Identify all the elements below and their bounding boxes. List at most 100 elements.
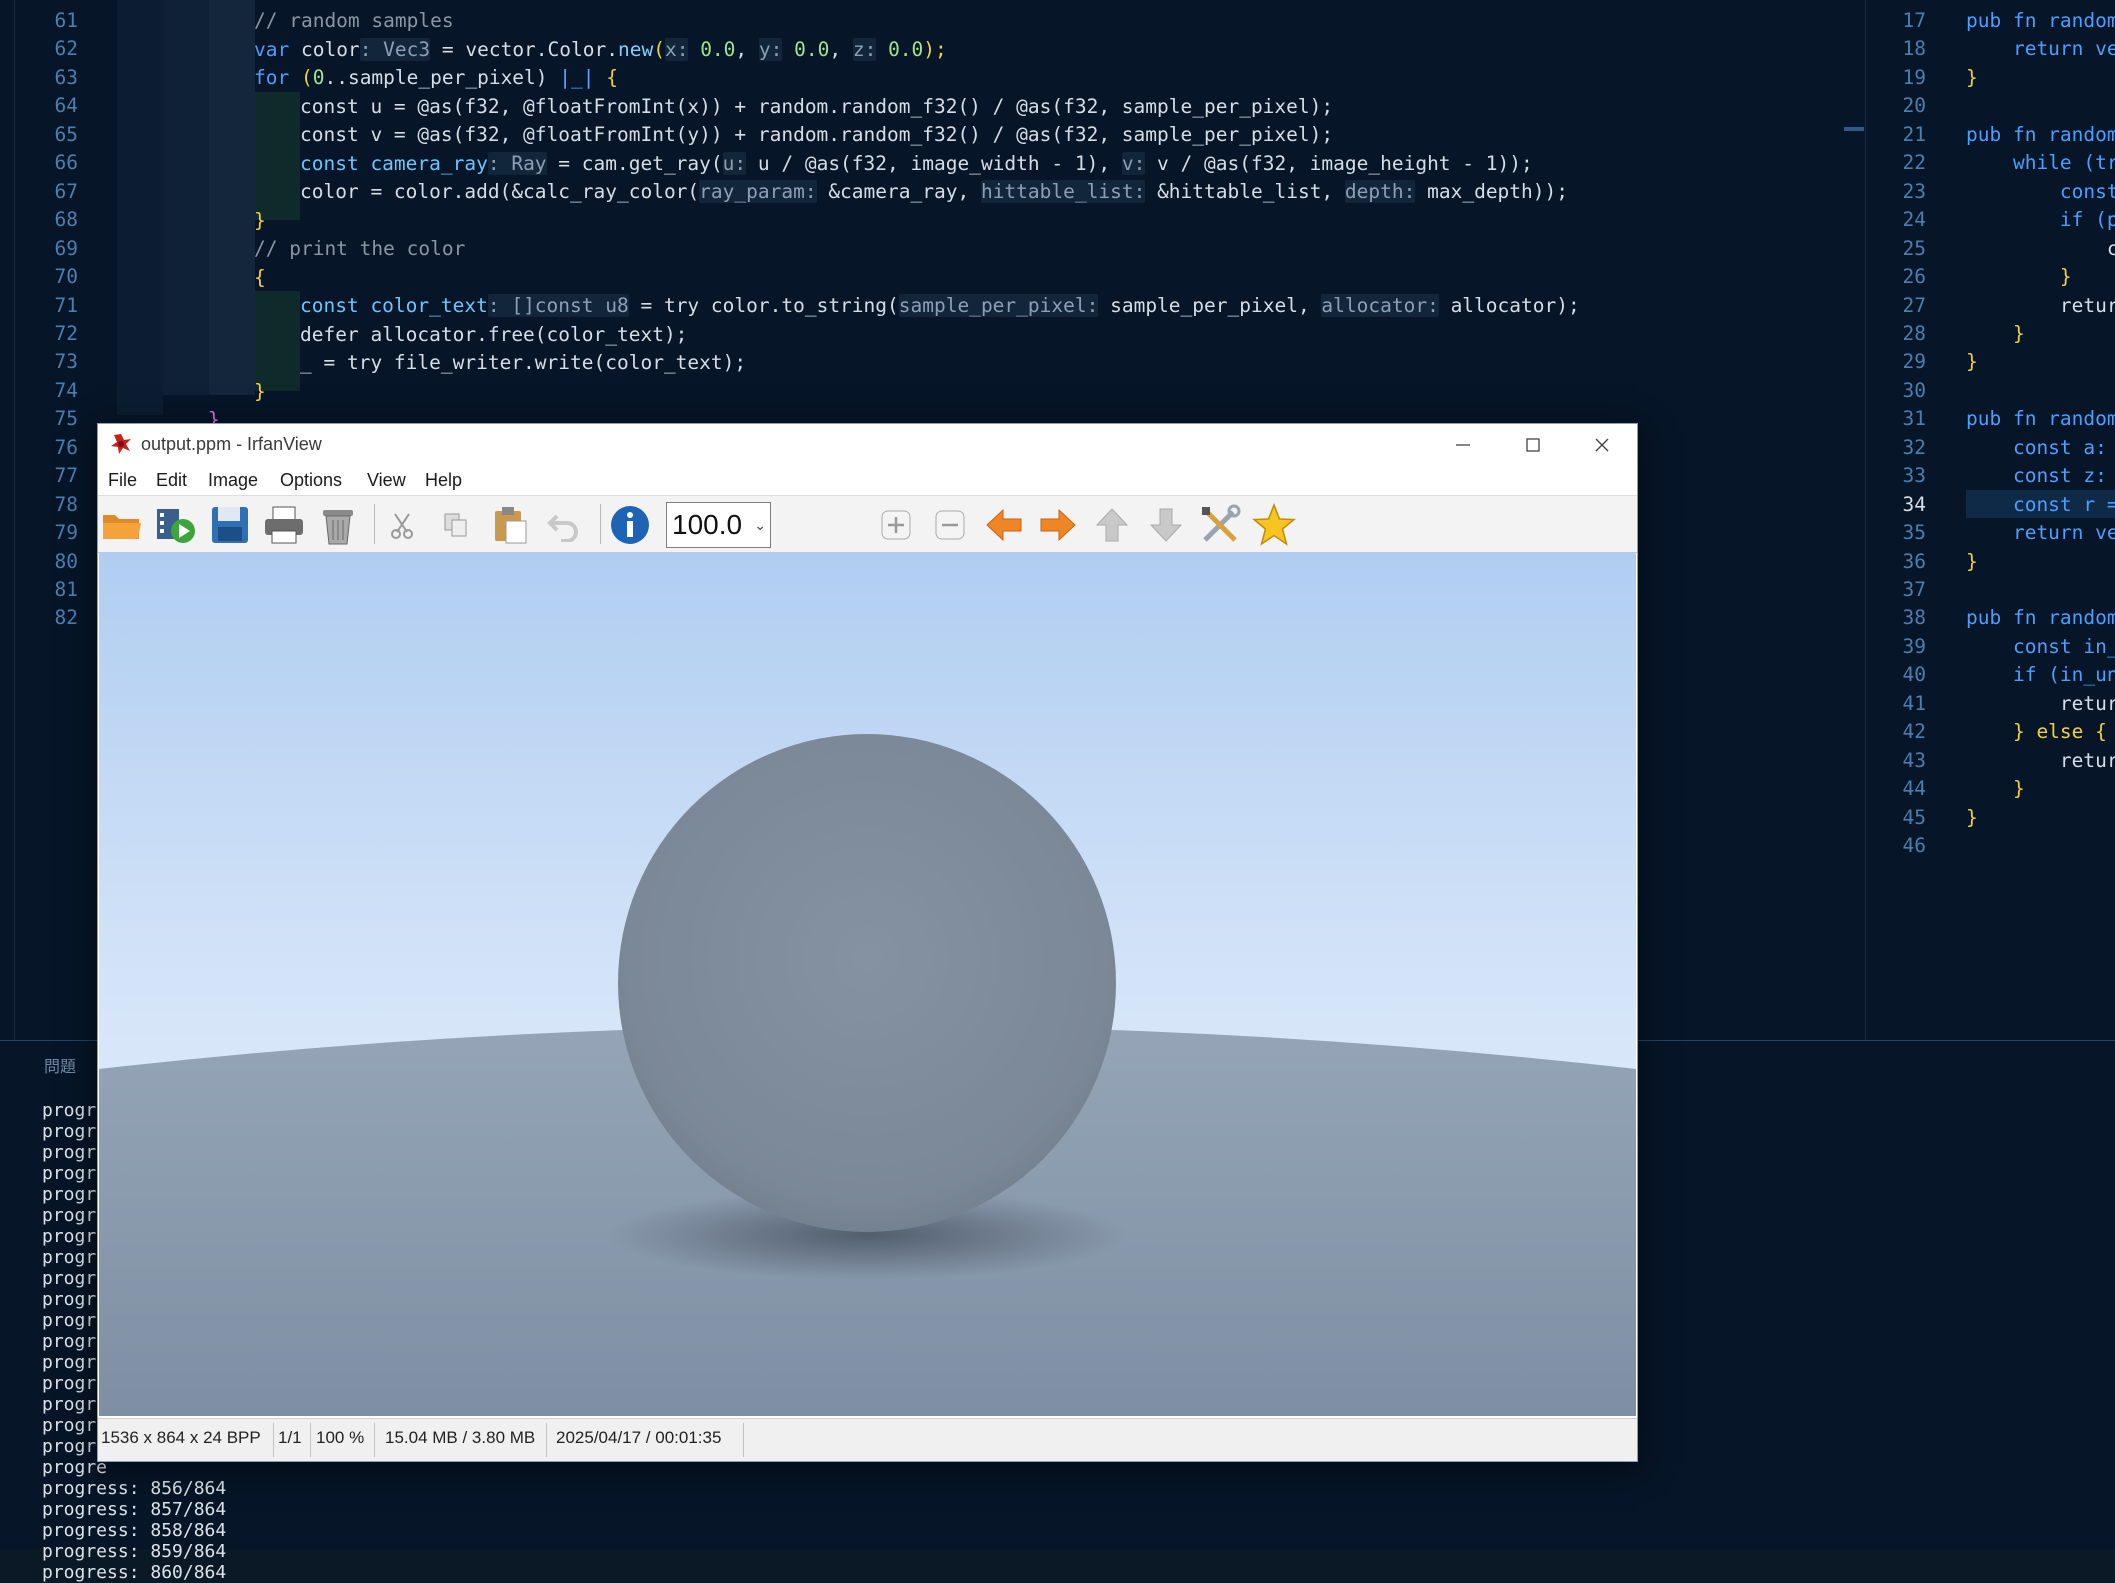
code-token: = try color.to_string( [628, 294, 899, 317]
code-comment: // random samples [254, 9, 454, 32]
zoom-combobox[interactable]: 100.0 ⌄ [666, 502, 771, 548]
panel-tab-problems[interactable]: 問題 [44, 1053, 76, 1077]
code-editor-split[interactable]: 17 pub fn random 18 return ve 19} 20 21 pub fn… [1865, 0, 2115, 1040]
line-number: 32 [1902, 435, 1926, 459]
code-token: { [594, 66, 618, 89]
irfanview-app-icon [111, 434, 131, 454]
delete-button[interactable] [316, 503, 360, 547]
code-token: &camera_ray, [816, 180, 981, 203]
maximize-button[interactable] [1498, 424, 1568, 466]
zoom-value: 100.0 [672, 509, 743, 540]
line-number: 69 [54, 236, 78, 260]
code-line: retur [1966, 691, 2115, 715]
next-image-button[interactable] [1036, 503, 1080, 547]
indent-guide [255, 92, 300, 220]
code-token: color [289, 38, 360, 61]
menu-options[interactable]: Options [280, 470, 342, 491]
rendered-image-canvas[interactable] [99, 552, 1636, 1416]
line-number: 72 [54, 321, 78, 345]
menu-image[interactable]: Image [208, 470, 258, 491]
line-number: 37 [1902, 578, 1926, 601]
minimize-button[interactable] [1428, 424, 1498, 466]
line-number: 81 [54, 578, 78, 601]
code-token: 0.0 [688, 38, 736, 61]
copy-button[interactable] [434, 503, 478, 547]
previous-image-button[interactable] [982, 503, 1026, 547]
line-number: 62 [54, 37, 78, 61]
line-number: 33 [1902, 464, 1926, 488]
zoom-in-button[interactable] [874, 503, 918, 547]
undo-button[interactable] [542, 503, 586, 547]
type-hint: : []const u8 [487, 294, 629, 317]
code-token: max_depth)); [1415, 180, 1568, 203]
chevron-down-icon[interactable]: ⌄ [754, 517, 766, 534]
menu-help[interactable]: Help [425, 470, 462, 491]
line-number: 30 [1902, 378, 1926, 402]
line-number: 65 [54, 122, 78, 146]
line-number: 61 [54, 9, 78, 32]
open-folder-icon [103, 515, 141, 539]
undo-icon [547, 514, 578, 542]
close-button[interactable] [1567, 424, 1637, 466]
line-number: 73 [54, 350, 78, 374]
favorite-button[interactable] [1252, 503, 1296, 547]
terminal-line: progress: 857/864 [42, 1499, 227, 1520]
code-line: } [1966, 65, 1978, 89]
line-number: 20 [1902, 94, 1926, 118]
code-token: const camera_ray [300, 152, 488, 175]
code-token: |_| [559, 66, 595, 89]
status-separator [310, 1423, 311, 1457]
code-line-70: { [254, 266, 266, 289]
code-token: allocator); [1438, 294, 1580, 317]
toolbar: 100.0 ⌄ [98, 495, 1637, 553]
close-icon [1595, 438, 1609, 452]
irfanview-window[interactable]: output.ppm - IrfanView File Edit Image O… [97, 423, 1638, 1462]
line-number: 44 [1902, 777, 1926, 801]
line-number: 25 [1902, 236, 1926, 260]
status-separator [374, 1423, 375, 1457]
status-separator [546, 1423, 547, 1457]
param-hint: v: [1121, 152, 1146, 175]
code-token: v / @as(f32, image_height - 1)); [1145, 152, 1533, 175]
cut-button[interactable] [380, 503, 424, 547]
open-button[interactable] [100, 503, 144, 547]
zoom-out-icon [935, 510, 965, 540]
line-number: 75 [54, 407, 78, 431]
toolbar-separator [600, 504, 601, 544]
menu-view[interactable]: View [367, 470, 406, 491]
code-token: color = color.add(&calc_ray_color( [300, 180, 700, 203]
slideshow-button[interactable] [154, 503, 198, 547]
code-token: const color_text [300, 294, 488, 317]
line-number: 36 [1902, 549, 1926, 573]
zoom-in-icon [881, 510, 911, 540]
line-number: 26 [1902, 265, 1926, 289]
status-file-size: 15.04 MB / 3.80 MB [385, 1428, 536, 1447]
tools-button[interactable] [1198, 503, 1242, 547]
line-number: 46 [1902, 834, 1926, 858]
last-image-button[interactable] [1144, 503, 1188, 547]
code-line: pub fn random [1966, 407, 2115, 431]
line-number: 66 [54, 151, 78, 175]
code-line-72: defer allocator.free(color_text); [300, 323, 688, 346]
line-number: 74 [54, 378, 78, 402]
save-button[interactable] [208, 503, 252, 547]
line-number: 64 [54, 94, 78, 118]
save-icon [212, 507, 248, 543]
code-line: return ve [1966, 521, 2115, 545]
menu-edit[interactable]: Edit [156, 470, 187, 491]
info-button[interactable] [608, 503, 652, 547]
title-bar[interactable]: output.ppm - IrfanView [98, 424, 1637, 466]
code-token: new [617, 38, 654, 61]
first-image-button[interactable] [1090, 503, 1134, 547]
paste-button[interactable] [488, 503, 532, 547]
print-button[interactable] [262, 503, 306, 547]
code-token: ..sample_per_pixel) [324, 66, 560, 89]
param-hint: y: [758, 38, 783, 61]
toolbar-separator [374, 504, 375, 544]
code-token: ); [923, 38, 947, 61]
terminal-line: progress: 858/864 [42, 1520, 227, 1541]
code-line: } [1966, 805, 1978, 829]
menu-file[interactable]: File [108, 470, 137, 491]
line-number: 71 [54, 293, 78, 317]
zoom-out-button[interactable] [928, 503, 972, 547]
